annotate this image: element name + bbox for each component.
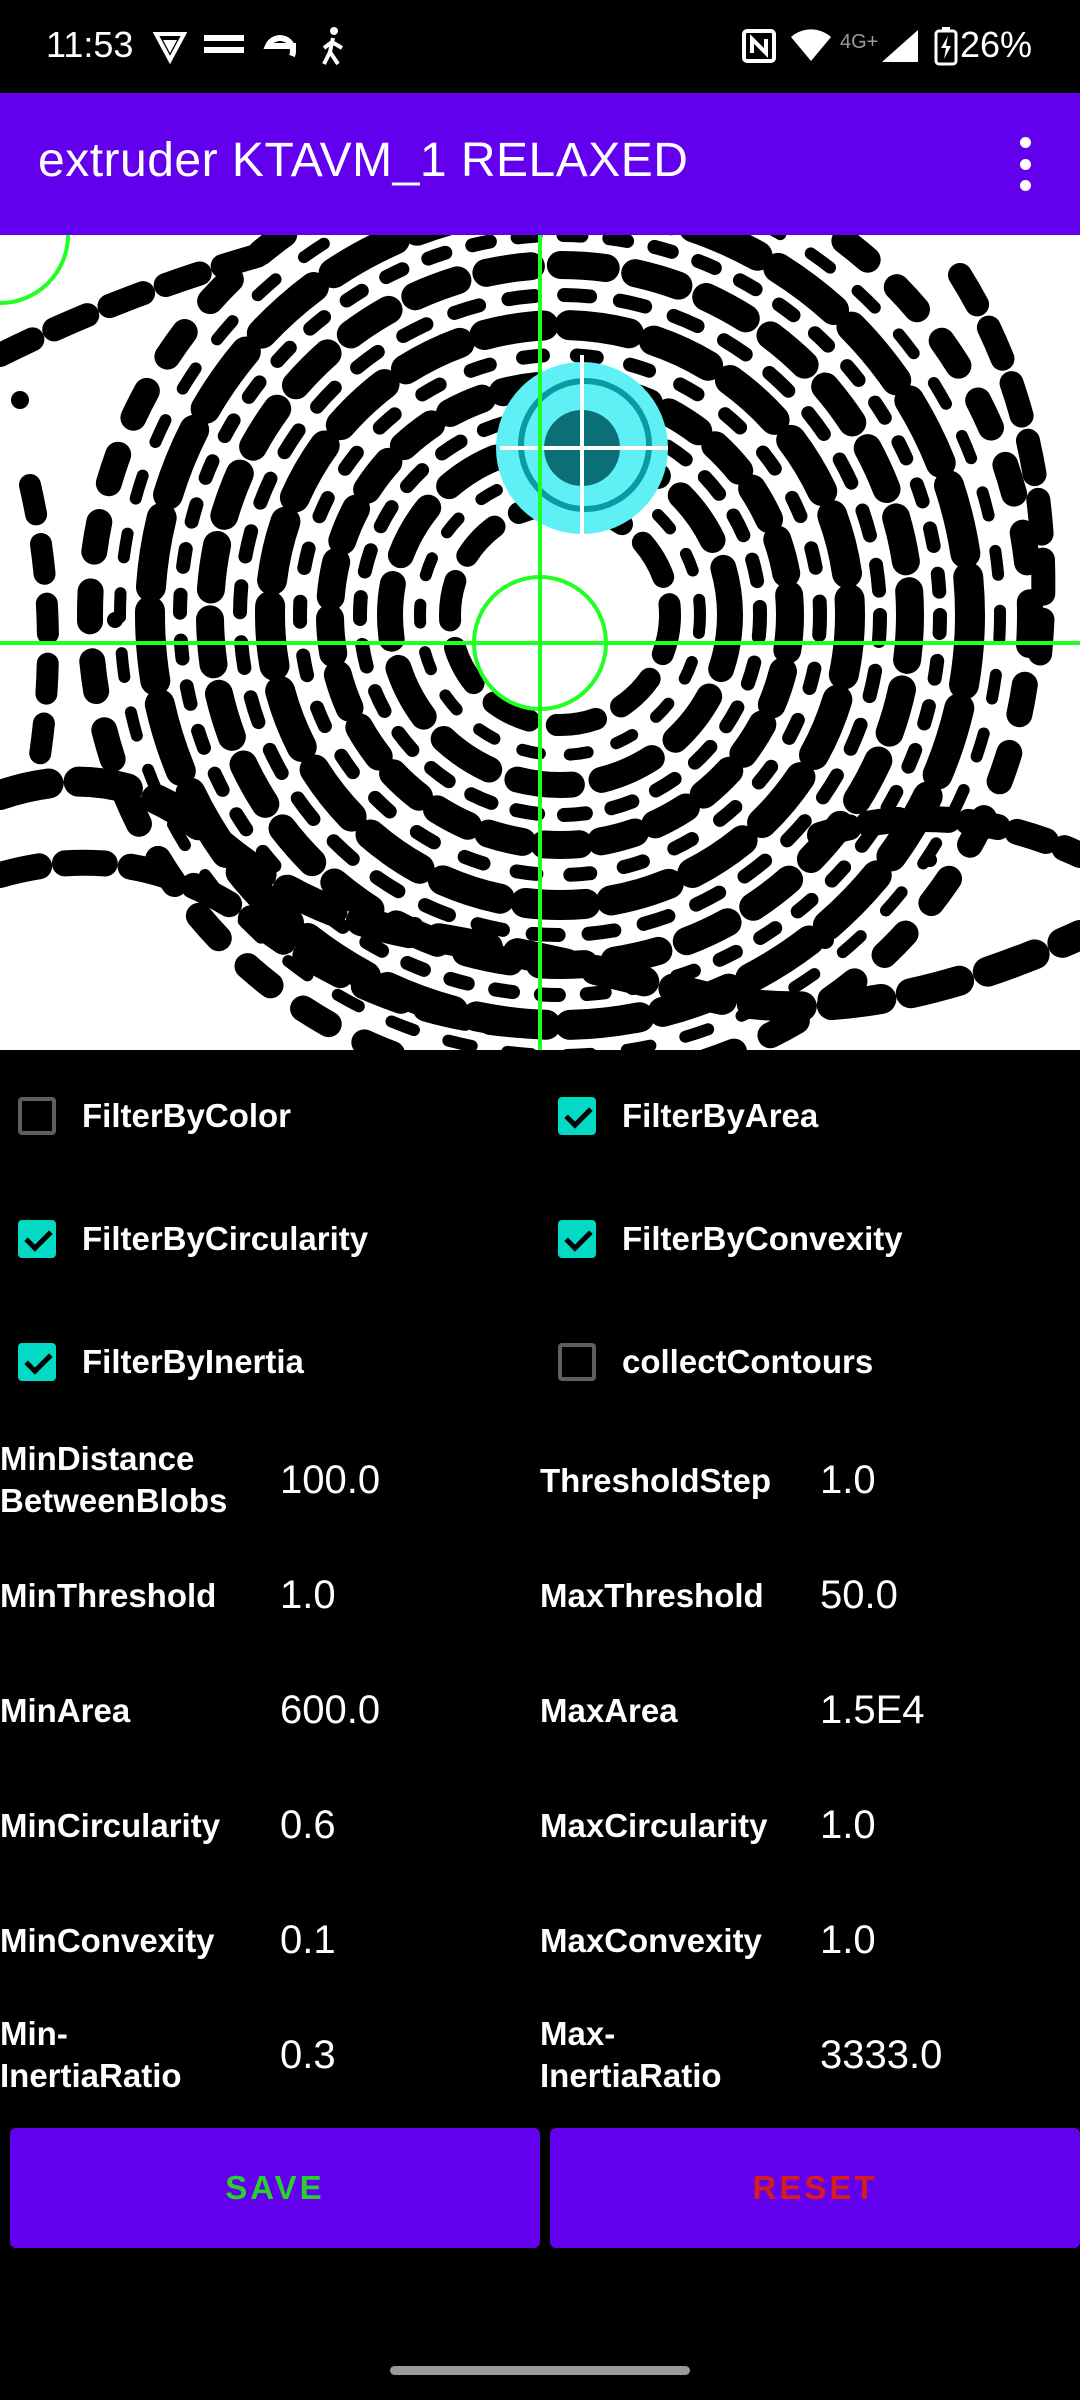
checkbox-label: FilterByColor [82, 1097, 292, 1134]
preview-image [0, 235, 1080, 1050]
label-min-area: MinArea [0, 1692, 131, 1729]
input-max-threshold[interactable]: 50.0 [820, 1573, 898, 1618]
network-type-label: 4G+ [840, 30, 879, 53]
vpn-shield-icon [152, 26, 188, 66]
label-line: InertiaRatio [540, 2057, 722, 2094]
accessibility-icon [318, 26, 348, 66]
checkbox-box[interactable] [18, 1343, 56, 1381]
checkbox-filter-by-area[interactable]: FilterByArea [558, 1076, 818, 1156]
label-min-convexity: MinConvexity [0, 1922, 215, 1959]
battery-percent: 26% [960, 24, 1033, 65]
label-line: Min- [0, 2015, 68, 2052]
camera-preview[interactable] [0, 235, 1080, 1050]
checkbox-filter-by-circularity[interactable]: FilterByCircularity [18, 1199, 368, 1279]
input-max-circularity[interactable]: 1.0 [820, 1803, 876, 1848]
nfc-icon [742, 26, 776, 66]
label-line: MinDistance [0, 1440, 195, 1477]
label-min-circularity: MinCircularity [0, 1807, 221, 1844]
wifi-icon [790, 26, 832, 66]
checkbox-label: FilterByArea [622, 1097, 819, 1134]
twente-milieu-icon [204, 26, 244, 66]
checkbox-label: FilterByCircularity [82, 1220, 369, 1257]
label-max-circularity: MaxCircularity [540, 1807, 768, 1844]
checkbox-label: collectContours [622, 1343, 874, 1380]
label-line: BetweenBlobs [0, 1482, 228, 1519]
input-max-area[interactable]: 1.5E4 [820, 1688, 925, 1733]
status-time: 11:53 [46, 24, 134, 65]
checkbox-label: FilterByInertia [82, 1343, 304, 1380]
input-min-convexity[interactable]: 0.1 [280, 1918, 336, 1963]
checkbox-box[interactable] [558, 1097, 596, 1135]
signal-4g-icon [880, 26, 920, 66]
status-bar: 11:53 4G+ 26% [0, 0, 1080, 93]
more-vert-icon[interactable] [1005, 137, 1045, 191]
label-threshold-step: ThresholdStep [540, 1462, 772, 1499]
label-max-convexity: MaxConvexity [540, 1922, 762, 1959]
gesture-nav-handle[interactable] [390, 2366, 690, 2375]
label-line: Max- [540, 2015, 616, 2052]
checkbox-label: FilterByConvexity [622, 1220, 903, 1257]
save-button[interactable]: SAVE [10, 2128, 540, 2248]
label-line: InertiaRatio [0, 2057, 182, 2094]
checkbox-box[interactable] [558, 1220, 596, 1258]
checkbox-collect-contours[interactable]: collectContours [558, 1322, 873, 1402]
input-min-circularity[interactable]: 0.6 [280, 1803, 336, 1848]
input-min-area[interactable]: 600.0 [280, 1688, 380, 1733]
checkbox-filter-by-color[interactable]: FilterByColor [18, 1076, 291, 1156]
battery-charging-icon [934, 26, 958, 66]
input-min-distance-between-blobs[interactable]: 100.0 [280, 1458, 380, 1503]
page-title: extruder KTAVM_1 RELAXED [38, 134, 689, 187]
label-min-distance-between-blobs: MinDistance BetweenBlobs [0, 1438, 227, 1522]
input-max-convexity[interactable]: 1.0 [820, 1918, 876, 1963]
checkbox-box[interactable] [18, 1220, 56, 1258]
app-bar: extruder KTAVM_1 RELAXED [0, 93, 1080, 235]
checkbox-filter-by-inertia[interactable]: FilterByInertia [18, 1322, 304, 1402]
input-min-inertia-ratio[interactable]: 0.3 [280, 2033, 336, 2078]
checkbox-box[interactable] [18, 1097, 56, 1135]
input-max-inertia-ratio[interactable]: 3333.0 [820, 2033, 942, 2078]
label-min-threshold: MinThreshold [0, 1577, 217, 1614]
label-max-threshold: MaxThreshold [540, 1577, 764, 1614]
label-max-area: MaxArea [540, 1692, 678, 1729]
input-threshold-step[interactable]: 1.0 [820, 1458, 876, 1503]
checkbox-filter-by-convexity[interactable]: FilterByConvexity [558, 1199, 903, 1279]
label-min-inertia-ratio: Min- InertiaRatio [0, 2013, 182, 2097]
reset-button[interactable]: RESET [550, 2128, 1080, 2248]
input-min-threshold[interactable]: 1.0 [280, 1573, 336, 1618]
e-app-icon [262, 26, 300, 66]
label-max-inertia-ratio: Max- InertiaRatio [540, 2013, 722, 2097]
checkbox-box[interactable] [558, 1343, 596, 1381]
